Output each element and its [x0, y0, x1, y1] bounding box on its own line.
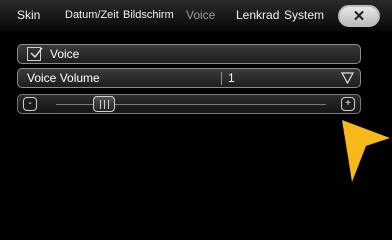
voice-volume-row[interactable]: Voice Volume 1 — [17, 68, 361, 88]
pointer-arrow-icon — [342, 120, 390, 182]
voice-volume-value: 1 — [228, 71, 235, 85]
tab-voice[interactable]: Voice — [186, 8, 215, 22]
close-button[interactable]: ✕ — [338, 5, 380, 27]
top-tab-bar: Skin Datum/Zeit Bildschirm Voice Lenkrad… — [0, 0, 392, 34]
volume-slider-row: - + — [17, 94, 361, 114]
voice-toggle-row[interactable]: Voice — [17, 44, 361, 64]
voice-volume-label: Voice Volume — [27, 71, 100, 85]
slider-thumb[interactable] — [93, 96, 115, 112]
voice-label: Voice — [50, 47, 80, 61]
close-icon: ✕ — [352, 7, 366, 25]
voice-checkbox[interactable] — [27, 47, 43, 61]
tab-lenkrad[interactable]: Lenkrad — [236, 8, 279, 22]
tab-bildschirm[interactable]: Bildschirm — [123, 9, 174, 21]
tab-datum-zeit[interactable]: Datum/Zeit — [65, 9, 119, 21]
increase-button[interactable]: + — [341, 97, 355, 111]
checkmark-icon — [30, 47, 43, 59]
divider — [221, 72, 222, 85]
tab-system[interactable]: System — [284, 8, 324, 22]
decrease-button[interactable]: - — [23, 97, 37, 111]
dropdown-triangle-icon[interactable] — [341, 72, 354, 84]
tab-skin[interactable]: Skin — [17, 8, 40, 22]
